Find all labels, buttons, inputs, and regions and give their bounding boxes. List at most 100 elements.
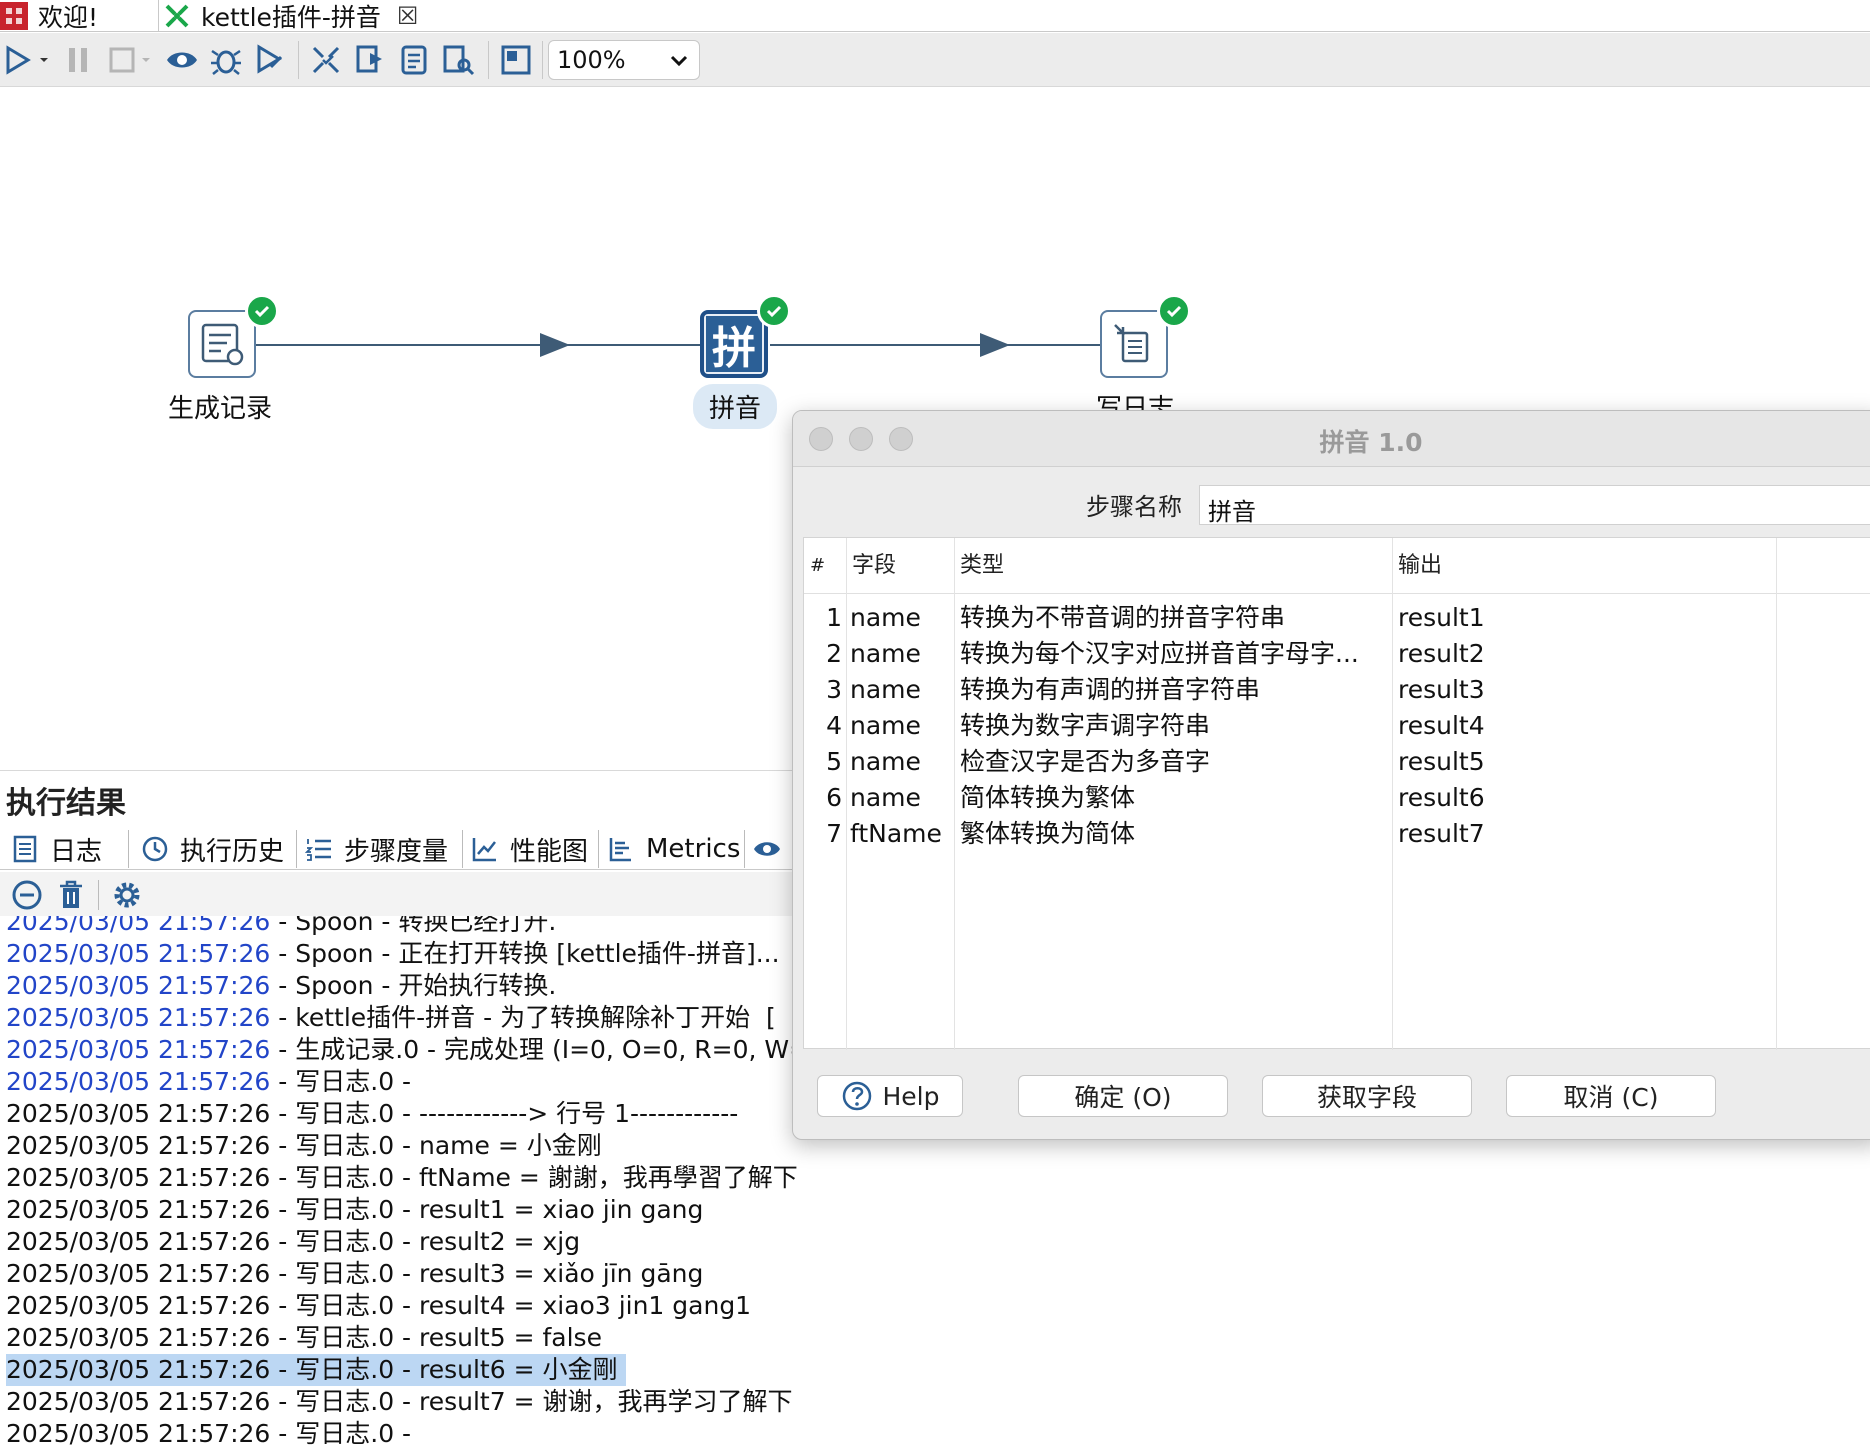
debug-button[interactable] (206, 42, 246, 78)
cell-field[interactable]: name (850, 708, 952, 744)
table-row[interactable]: 2 name 转换为每个汉字对应拼音首字母字... result2 (804, 636, 1870, 672)
fields-grid[interactable]: # 字段 类型 输出 1 name 转换为不带音调的拼音字符串 result1 2 nam… (803, 537, 1870, 1050)
tab-history[interactable]: 执行历史 (140, 830, 284, 868)
log-text: - Spoon - 开始执行转换. (270, 971, 557, 1000)
cell-field[interactable]: ftName (850, 816, 952, 852)
replay-button[interactable] (250, 42, 290, 78)
cell-output[interactable]: result7 (1398, 816, 1778, 852)
trash-icon[interactable] (54, 878, 88, 912)
col-header-output[interactable]: 输出 (1392, 538, 1776, 594)
tab-preview[interactable] (752, 830, 792, 868)
log-line: 2025/03/05 21:57:26 - 写日志.0 - (6, 1418, 419, 1446)
tab-metrics[interactable]: Metrics (606, 830, 740, 868)
chevron-down-icon (670, 55, 688, 67)
cell-num[interactable]: 6 (804, 780, 842, 816)
cell-num[interactable]: 3 (804, 672, 842, 708)
cell-output[interactable]: result2 (1398, 636, 1778, 672)
ok-button[interactable]: 确定 (O) (1018, 1075, 1228, 1117)
hop-line[interactable] (256, 344, 700, 346)
log-timestamp: 2025/03/05 21:57:26 (6, 1035, 271, 1064)
explore-db-button[interactable] (438, 42, 478, 78)
log-text: - 写日志.0 - result3 = xiǎo jīn gāng (270, 1259, 704, 1288)
log-line: 2025/03/05 21:57:26 - 写日志.0 - result1 = … (6, 1194, 703, 1226)
tab-log-label: 日志 (50, 836, 103, 867)
table-row[interactable]: 1 name 转换为不带音调的拼音字符串 result1 (804, 600, 1870, 636)
table-row[interactable]: 5 name 检查汉字是否为多音字 result5 (804, 744, 1870, 780)
results-panel-icon (501, 45, 531, 75)
log-text: - 写日志.0 - name = 小金刚 (270, 1131, 602, 1160)
cell-type[interactable]: 转换为不带音调的拼音字符串 (960, 600, 1408, 636)
step-pinyin[interactable]: 拼 (700, 310, 768, 378)
log-line: 2025/03/05 21:57:26 - 生成记录.0 - 完成处理 (I=0… (6, 1034, 800, 1066)
cell-field[interactable]: name (850, 744, 952, 780)
cell-num[interactable]: 2 (804, 636, 842, 672)
clear-log-icon[interactable] (10, 878, 44, 912)
cell-num[interactable]: 1 (804, 600, 842, 636)
pinyin-dialog: 拼音 1.0 步骤名称 拼音 # 字段 类型 输出 1 name 转换为不带音调的拼… (792, 410, 1870, 1140)
log-timestamp: 2025/03/05 21:57:26 (6, 1355, 271, 1384)
log-output[interactable]: 2025/03/05 21:57:26 - Spoon - 转换已经打开. 202… (0, 916, 800, 1446)
cell-output[interactable]: result3 (1398, 672, 1778, 708)
tab-performance[interactable]: 性能图 (470, 830, 588, 868)
tab-log[interactable]: 日志 (10, 830, 102, 868)
log-timestamp: 2025/03/05 21:57:26 (6, 1067, 271, 1096)
cell-type[interactable]: 转换为每个汉字对应拼音首字母字... (960, 636, 1408, 672)
dialog-titlebar[interactable]: 拼音 1.0 (793, 411, 1870, 467)
tab-separator (296, 830, 297, 868)
col-header-field[interactable]: 字段 (846, 538, 954, 594)
impact-button[interactable] (350, 42, 390, 78)
step-write-log[interactable] (1100, 310, 1168, 378)
col-header-type[interactable]: 类型 (954, 538, 1392, 594)
cell-type[interactable]: 繁体转换为简体 (960, 816, 1408, 852)
tab-transformation[interactable]: kettle插件-拼音 ☒ (158, 0, 458, 32)
log-line: 2025/03/05 21:57:26 - 写日志.0 - result6 = … (6, 1354, 626, 1386)
log-timestamp: 2025/03/05 21:57:26 (6, 1131, 271, 1160)
verify-button[interactable] (306, 42, 346, 78)
step-name-input[interactable]: 拼音 (1199, 485, 1870, 526)
tab-close-icon[interactable]: ☒ (397, 2, 419, 30)
tab-separator (462, 830, 463, 868)
pause-button[interactable] (62, 42, 96, 78)
cell-output[interactable]: result1 (1398, 600, 1778, 636)
log-line: 2025/03/05 21:57:26 - 写日志.0 - ftName = 謝… (6, 1162, 798, 1194)
pause-icon (69, 48, 87, 72)
cancel-button[interactable]: 取消 (C) (1506, 1075, 1716, 1117)
cell-output[interactable]: result4 (1398, 708, 1778, 744)
cell-type[interactable]: 转换为数字声调字符串 (960, 708, 1408, 744)
tab-step-metrics[interactable]: 步骤度量 (304, 830, 448, 868)
log-line: 2025/03/05 21:57:26 - 写日志.0 - result5 = … (6, 1322, 602, 1354)
log-text: - 生成记录.0 - 完成处理 (I=0, O=0, R=0, W=1 (270, 1035, 800, 1064)
run-button[interactable] (2, 42, 52, 78)
chevron-down-icon (40, 58, 48, 62)
cell-field[interactable]: name (850, 636, 952, 672)
cell-field[interactable]: name (850, 780, 952, 816)
cell-output[interactable]: result5 (1398, 744, 1778, 780)
get-fields-button[interactable]: 获取字段 (1262, 1075, 1472, 1117)
preview-button[interactable] (162, 42, 202, 78)
hop-arrow (540, 333, 570, 357)
table-row[interactable]: 3 name 转换为有声调的拼音字符串 result3 (804, 672, 1870, 708)
cell-output[interactable]: result6 (1398, 780, 1778, 816)
cell-field[interactable]: name (850, 672, 952, 708)
col-header-num[interactable]: # (804, 538, 846, 594)
step-generate-rows[interactable] (188, 310, 256, 378)
help-button[interactable]: Help (817, 1075, 963, 1117)
cell-num[interactable]: 5 (804, 744, 842, 780)
stop-button[interactable] (104, 42, 154, 78)
hop-line[interactable] (770, 344, 1100, 346)
table-row[interactable]: 6 name 简体转换为繁体 result6 (804, 780, 1870, 816)
table-row[interactable]: 7 ftName 繁体转换为简体 result7 (804, 816, 1870, 852)
cell-type[interactable]: 简体转换为繁体 (960, 780, 1408, 816)
zoom-select[interactable]: 100% (548, 40, 700, 80)
cell-field[interactable]: name (850, 600, 952, 636)
cell-type[interactable]: 转换为有声调的拼音字符串 (960, 672, 1408, 708)
table-row[interactable]: 4 name 转换为数字声调字符串 result4 (804, 708, 1870, 744)
tab-welcome[interactable]: 欢迎! (0, 0, 155, 32)
log-line: 2025/03/05 21:57:26 - 写日志.0 - result2 = … (6, 1226, 580, 1258)
sql-button[interactable] (394, 42, 434, 78)
cell-type[interactable]: 检查汉字是否为多音字 (960, 744, 1408, 780)
gear-icon[interactable] (110, 878, 144, 912)
cell-num[interactable]: 7 (804, 816, 842, 852)
cell-num[interactable]: 4 (804, 708, 842, 744)
show-results-button[interactable] (496, 42, 536, 78)
